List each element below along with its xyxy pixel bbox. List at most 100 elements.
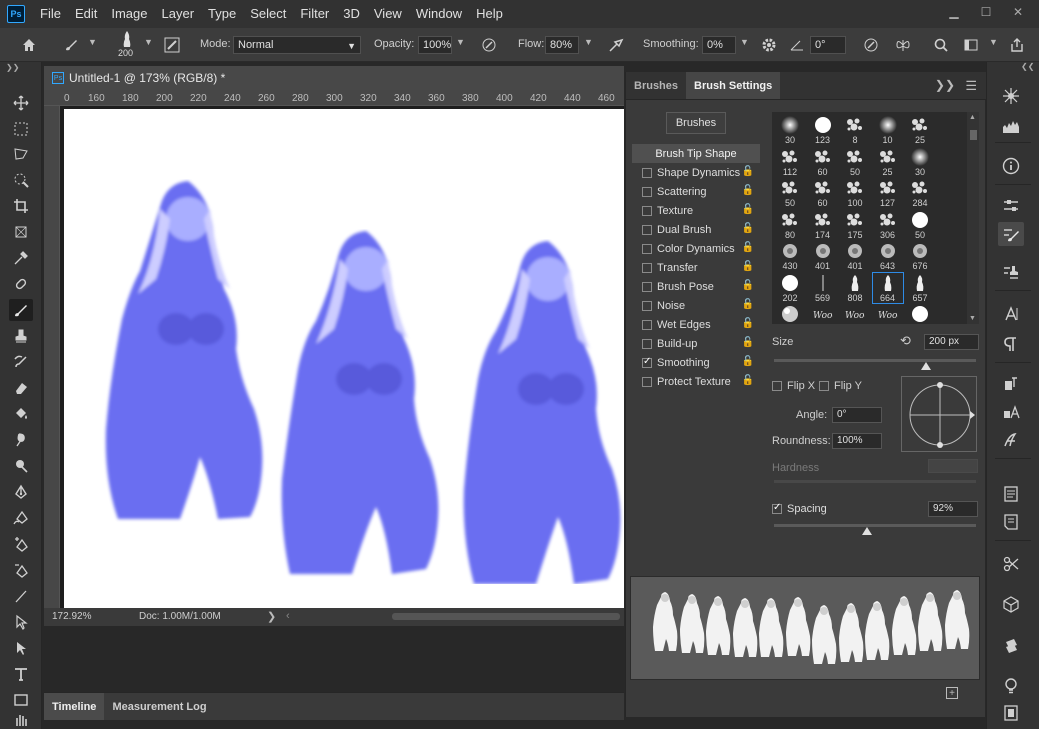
pressure-size-icon[interactable] — [860, 34, 882, 56]
setting-texture[interactable]: Texture 🔓 — [632, 201, 760, 220]
brush-tip[interactable]: 569 — [807, 272, 839, 304]
close-button[interactable]: ✕ — [1005, 2, 1031, 22]
smoothing-field[interactable]: 0% — [702, 36, 736, 54]
brush-tip-shape-item[interactable]: Brush Tip Shape — [632, 144, 760, 163]
brush-settings-toggle-icon[interactable] — [161, 34, 183, 56]
lock-icon[interactable]: 🔓 — [742, 337, 754, 348]
path-selection-tool-icon[interactable] — [9, 637, 33, 659]
chevron-down-icon[interactable]: ▼ — [144, 37, 153, 47]
lock-icon[interactable]: 🔓 — [742, 280, 754, 291]
checkbox[interactable] — [642, 281, 652, 292]
brush-tip[interactable]: 10 — [872, 114, 904, 146]
symmetry-butterfly-icon[interactable] — [892, 34, 914, 56]
clone-stamp-tool-icon[interactable] — [9, 325, 33, 347]
checkbox[interactable] — [642, 338, 652, 349]
minimize-button[interactable]: ▁ — [941, 2, 967, 22]
lock-icon[interactable]: 🔓 — [742, 185, 754, 196]
brush-tip[interactable]: 112 — [774, 146, 806, 178]
checkbox[interactable] — [819, 381, 829, 391]
lock-icon[interactable]: 🔓 — [742, 375, 754, 386]
brush-tip[interactable]: Wooo — [807, 303, 839, 324]
setting-color-dynamics[interactable]: Color Dynamics 🔓 — [632, 239, 760, 258]
notes-icon[interactable] — [998, 482, 1024, 506]
tab-brushes[interactable]: Brushes — [626, 72, 686, 99]
brush-tip[interactable]: 284 — [904, 177, 936, 209]
lock-icon[interactable]: 🔓 — [742, 318, 754, 329]
share-icon[interactable] — [1006, 34, 1028, 56]
paragraph-panel-icon[interactable] — [998, 332, 1024, 356]
checkbox[interactable] — [642, 262, 652, 273]
brush-tip[interactable]: 664 — [871, 271, 904, 304]
spacing-slider-knob[interactable] — [861, 527, 872, 535]
lock-icon[interactable]: 🔓 — [742, 356, 754, 367]
scroll-thumb[interactable] — [970, 130, 977, 140]
toolbar-collapse-icon[interactable]: ❯❯ — [6, 63, 19, 72]
materials-icon[interactable] — [998, 634, 1024, 658]
home-icon[interactable] — [18, 34, 40, 56]
flip-y-toggle[interactable]: Flip Y — [819, 380, 862, 392]
brush-preset-picker[interactable]: 200 — [114, 30, 140, 60]
brush-tip[interactable]: 60 — [807, 146, 839, 178]
brush-tool-icon[interactable] — [9, 299, 33, 321]
navigator-icon[interactable] — [998, 84, 1024, 108]
checkbox[interactable] — [642, 319, 652, 330]
add-anchor-tool-icon[interactable] — [9, 533, 33, 555]
quick-selection-tool-icon[interactable] — [9, 169, 33, 191]
brush-tip[interactable]: 676 — [904, 240, 936, 272]
brush-tip[interactable]: 401 — [807, 240, 839, 272]
menu-3d[interactable]: 3D — [336, 0, 367, 28]
paragraph-styles-icon[interactable] — [998, 372, 1024, 396]
setting-wet-edges[interactable]: Wet Edges 🔓 — [632, 315, 760, 334]
brush-tip[interactable]: 30 — [904, 146, 936, 178]
angle-field[interactable]: 0° — [832, 407, 882, 423]
brush-tip[interactable]: Wooo — [839, 303, 871, 324]
brush-tip[interactable]: Wooo — [872, 303, 904, 324]
checkbox[interactable] — [642, 300, 652, 311]
setting-brush-pose[interactable]: Brush Pose 🔓 — [632, 277, 760, 296]
brush-settings-panel-icon[interactable] — [998, 222, 1024, 246]
menu-type[interactable]: Type — [201, 0, 243, 28]
brush-tip[interactable]: 430 — [774, 240, 806, 272]
tip-grid-scrollbar[interactable]: ▲ ▼ — [967, 112, 979, 324]
scene-icon[interactable] — [998, 702, 1024, 724]
lock-icon[interactable]: 🔓 — [742, 299, 754, 310]
brush-tip[interactable]: 8 — [839, 114, 871, 146]
setting-transfer[interactable]: Transfer 🔓 — [632, 258, 760, 277]
brush-tip[interactable]: 808 — [839, 272, 871, 304]
dodge-tool-icon[interactable] — [9, 455, 33, 477]
size-slider-knob[interactable] — [920, 362, 931, 370]
scroll-left-icon[interactable]: ‹ — [286, 610, 290, 622]
angle-roundness-widget[interactable] — [901, 376, 977, 452]
brush-tip[interactable]: 60 — [807, 177, 839, 209]
roundness-field[interactable]: 100% — [832, 433, 882, 449]
brush-tip[interactable]: 127 — [872, 177, 904, 209]
flow-field[interactable]: 80% — [545, 36, 579, 54]
checkbox[interactable] — [642, 376, 652, 387]
crop-tool-icon[interactable] — [9, 195, 33, 217]
canvas-viewport[interactable] — [60, 106, 624, 608]
checkbox[interactable] — [642, 205, 652, 216]
checkbox[interactable] — [642, 186, 652, 197]
tab-measurement-log[interactable]: Measurement Log — [104, 693, 214, 720]
size-field[interactable]: 200 px — [924, 334, 979, 350]
panel-menu-icon[interactable]: ☰ — [965, 78, 977, 94]
pen-tool-icon[interactable] — [9, 481, 33, 503]
search-icon[interactable] — [930, 34, 952, 56]
brush-tip[interactable]: 80 — [774, 209, 806, 241]
menu-view[interactable]: View — [367, 0, 409, 28]
eyedropper-tool-icon[interactable] — [9, 247, 33, 269]
brush-tip[interactable]: 174 — [807, 209, 839, 241]
lights-icon[interactable] — [998, 674, 1024, 698]
direct-selection-tool-icon[interactable] — [9, 611, 33, 633]
lock-icon[interactable]: 🔓 — [742, 204, 754, 215]
info-icon[interactable] — [998, 154, 1024, 178]
setting-scattering[interactable]: Scattering 🔓 — [632, 182, 760, 201]
delete-anchor-tool-icon[interactable] — [9, 559, 33, 581]
document-tab[interactable]: Ps Untitled-1 @ 173% (RGB/8) * — [44, 66, 624, 90]
zoom-level[interactable]: 172.92% — [52, 611, 91, 622]
brush-tip[interactable]: 100 — [839, 177, 871, 209]
brush-tip[interactable]: 306 — [872, 209, 904, 241]
marquee-tool-icon[interactable] — [9, 118, 33, 140]
brush-tip[interactable]: 50 — [904, 209, 936, 241]
smudge-tool-icon[interactable] — [9, 429, 33, 451]
